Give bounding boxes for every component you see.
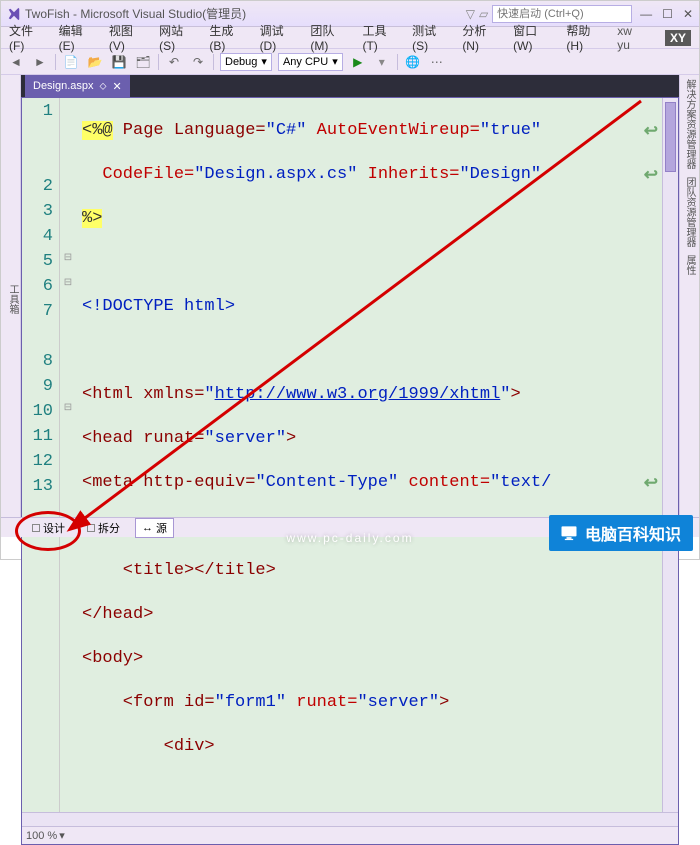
solution-explorer-tab[interactable]: 解决方案资源管理器 [680, 75, 699, 173]
menu-file[interactable]: 文件(F) [9, 22, 45, 53]
menu-team[interactable]: 团队(M) [310, 22, 348, 53]
center-pane: Design.aspx ⬦ ✕ 1 234 567 89 101112 13 ⊟… [21, 75, 679, 519]
menu-help[interactable]: 帮助(H) [566, 22, 603, 53]
menu-test[interactable]: 测试(S) [412, 22, 448, 53]
notification-icon[interactable]: ▱ [479, 7, 488, 21]
close-tab-icon[interactable]: ✕ [113, 80, 122, 93]
code-area[interactable]: <%@ Page Language="C#" AutoEventWireup="… [76, 98, 662, 844]
menu-view[interactable]: 视图(V) [109, 22, 145, 53]
team-explorer-tab[interactable]: 团队资源管理器 [680, 173, 699, 251]
down-arrow-icon[interactable]: ▽ [466, 7, 475, 21]
chevron-down-icon: ▾ [332, 55, 338, 68]
vs-logo-icon [7, 7, 21, 21]
toolbox-tab[interactable]: 工具箱 [1, 75, 21, 519]
menu-analyze[interactable]: 分析(N) [462, 22, 499, 53]
new-project-icon[interactable]: 📄 [62, 53, 80, 71]
editor-shell: 工具箱 Design.aspx ⬦ ✕ 1 234 567 89 101112 … [1, 75, 699, 519]
vertical-scrollbar[interactable] [662, 98, 678, 844]
config-combo[interactable]: Debug▾ [220, 53, 272, 71]
menu-edit[interactable]: 编辑(E) [59, 22, 95, 53]
tab-label: Design.aspx [33, 80, 94, 92]
separator [55, 54, 56, 70]
user-badge[interactable]: XY [665, 30, 691, 46]
pin-icon[interactable]: ⬦ [100, 81, 107, 92]
minimize-button[interactable]: — [640, 7, 652, 21]
open-icon[interactable]: 📂 [86, 53, 104, 71]
redo-icon[interactable]: ↷ [189, 53, 207, 71]
line-numbers: 1 234 567 89 101112 13 [22, 98, 60, 844]
save-all-icon[interactable]: 🗂 [134, 53, 152, 71]
quick-launch-input[interactable] [492, 5, 632, 23]
source-view-button[interactable]: ↔源 [135, 518, 174, 538]
window-title: TwoFish - Microsoft Visual Studio(管理员) [25, 5, 466, 22]
back-icon[interactable]: ◄ [7, 53, 25, 71]
menu-build[interactable]: 生成(B) [209, 22, 245, 53]
code-editor[interactable]: 1 234 567 89 101112 13 ⊟⊟⊟ <%@ Page Lang… [21, 97, 679, 845]
maximize-button[interactable]: ☐ [662, 7, 673, 21]
scroll-thumb[interactable] [665, 102, 676, 172]
chevron-down-icon: ▾ [261, 55, 267, 68]
menu-tools[interactable]: 工具(T) [362, 22, 398, 53]
right-dock: 解决方案资源管理器 团队资源管理器 属性 [679, 75, 699, 519]
menu-bar: 文件(F) 编辑(E) 视图(V) 网站(S) 生成(B) 调试(D) 团队(M… [1, 27, 699, 49]
document-tabs: Design.aspx ⬦ ✕ [21, 75, 679, 97]
forward-icon[interactable]: ► [31, 53, 49, 71]
horizontal-scrollbar[interactable] [22, 812, 678, 826]
menu-window[interactable]: 窗口(W) [513, 22, 552, 53]
menu-debug[interactable]: 调试(D) [260, 22, 297, 53]
menu-website[interactable]: 网站(S) [159, 22, 195, 53]
platform-combo[interactable]: Any CPU▾ [278, 53, 343, 71]
outline-column: ⊟⊟⊟ [60, 98, 76, 844]
zoom-level[interactable]: 100 % [26, 830, 57, 842]
separator [158, 54, 159, 70]
editor-footer: 100 % ▾ [22, 826, 678, 844]
more-icon[interactable]: ⋯ [428, 53, 446, 71]
chevron-down-icon[interactable]: ▾ [59, 829, 65, 842]
monitor-icon [559, 523, 579, 543]
split-view-button[interactable]: 拆分 [80, 518, 127, 538]
user-name[interactable]: xw yu [617, 24, 645, 52]
tab-design-aspx[interactable]: Design.aspx ⬦ ✕ [25, 75, 130, 97]
undo-icon[interactable]: ↶ [165, 53, 183, 71]
design-view-button[interactable]: 设计 [25, 518, 72, 538]
start-debug-button[interactable]: ▶ [349, 53, 367, 71]
chevron-down-icon[interactable]: ▾ [373, 53, 391, 71]
close-button[interactable]: ✕ [683, 7, 693, 21]
separator [397, 54, 398, 70]
separator [213, 54, 214, 70]
save-icon[interactable]: 💾 [110, 53, 128, 71]
properties-tab[interactable]: 属性 [680, 251, 699, 279]
brand-badge: 电脑百科知识 [549, 515, 693, 551]
browser-icon[interactable]: 🌐 [404, 53, 422, 71]
